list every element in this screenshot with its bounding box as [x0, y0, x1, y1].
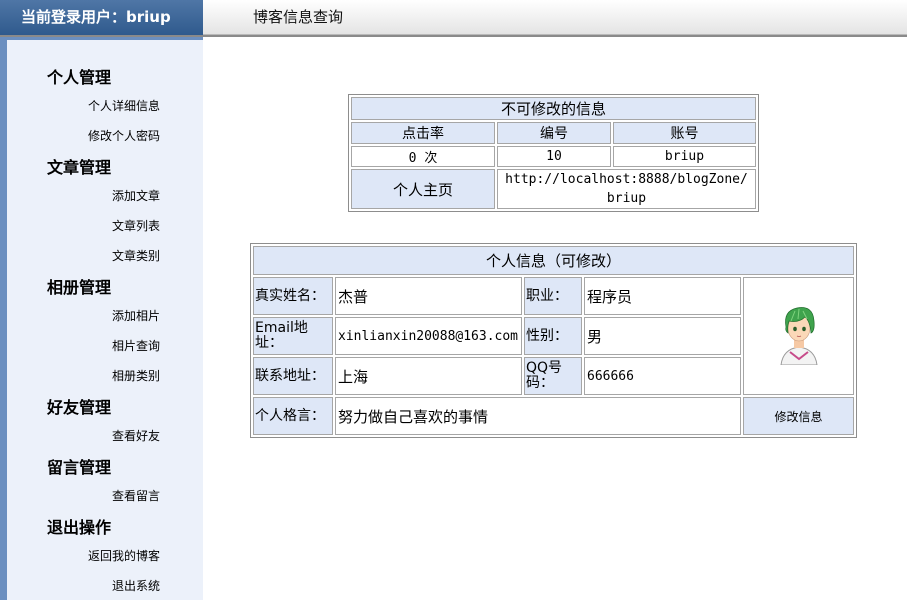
account-value: briup [613, 146, 756, 167]
menu-item-view-friends[interactable]: 查看好友 [112, 427, 160, 444]
avatar-cell [743, 277, 854, 395]
readonly-info-table: 不可修改的信息 点击率 编号 账号 0 次 10 briup 个人主页 http… [348, 94, 759, 212]
menu-group-articles: 文章管理 [47, 158, 112, 177]
menu-group-personal: 个人管理 [47, 68, 112, 87]
qq-label: QQ号码： [524, 357, 582, 395]
real-name-label: 真实姓名： [253, 277, 333, 315]
menu-item-change-password[interactable]: 修改个人密码 [88, 127, 160, 144]
menu-item-logout[interactable]: 退出系统 [112, 577, 160, 594]
menu-group-exit: 退出操作 [47, 518, 112, 537]
menu-item-add-photo[interactable]: 添加相片 [112, 307, 160, 324]
motto-label: 个人格言： [253, 397, 333, 435]
personal-info-table: 个人信息（可修改） 真实姓名： 杰普 职业： 程序员 Email地址： xinl… [250, 243, 857, 438]
menu-item-article-categories[interactable]: 文章类别 [112, 247, 160, 264]
column-header-id: 编号 [497, 122, 611, 144]
qq-value: 666666 [584, 357, 741, 395]
homepage-label: 个人主页 [351, 169, 495, 209]
page-title: 博客信息查询 [253, 8, 344, 26]
sidebar: 个人管理 个人详细信息 修改个人密码 文章管理 添加文章 文章列表 文章类别 相… [0, 37, 203, 600]
clicks-value: 0 次 [351, 146, 495, 167]
homepage-url-text[interactable]: http://localhost:8888/blogZone/briup [502, 170, 752, 208]
job-value: 程序员 [584, 277, 741, 315]
email-label: Email地址： [253, 317, 333, 355]
column-header-account: 账号 [613, 122, 756, 144]
address-label: 联系地址： [253, 357, 333, 395]
address-value: 上海 [335, 357, 522, 395]
avatar-icon [779, 307, 818, 366]
email-value: xinlianxin20088@163.com [335, 317, 522, 355]
readonly-info-title: 不可修改的信息 [351, 97, 756, 120]
column-header-clicks: 点击率 [351, 122, 495, 144]
gender-label: 性别： [524, 317, 582, 355]
menu-item-add-article[interactable]: 添加文章 [112, 187, 160, 204]
menu-item-personal-details[interactable]: 个人详细信息 [88, 97, 160, 114]
menu-item-article-list[interactable]: 文章列表 [112, 217, 160, 234]
menu-item-photo-search[interactable]: 相片查询 [112, 337, 160, 354]
homepage-url[interactable]: http://localhost:8888/blogZone/briup [497, 169, 756, 209]
menu-item-view-messages[interactable]: 查看留言 [112, 487, 160, 504]
real-name-value: 杰普 [335, 277, 522, 315]
header-bar: 博客信息查询 [203, 0, 907, 35]
id-value: 10 [497, 146, 611, 167]
header: 当前登录用户：briup 博客信息查询 [0, 0, 907, 37]
sidebar-menu: 个人管理 个人详细信息 修改个人密码 文章管理 添加文章 文章列表 文章类别 相… [7, 40, 203, 600]
personal-info-title: 个人信息（可修改） [253, 246, 854, 275]
gender-value: 男 [584, 317, 741, 355]
menu-group-messages: 留言管理 [47, 458, 112, 477]
menu-group-friends: 好友管理 [47, 398, 112, 417]
edit-info-button[interactable]: 修改信息 [743, 397, 854, 435]
menu-item-back-to-blog[interactable]: 返回我的博客 [88, 547, 160, 564]
menu-group-albums: 相册管理 [47, 278, 112, 297]
motto-value: 努力做自己喜欢的事情 [335, 397, 741, 435]
current-user-label: 当前登录用户：briup [0, 0, 203, 35]
job-label: 职业： [524, 277, 582, 315]
menu-item-album-categories[interactable]: 相册类别 [112, 367, 160, 384]
